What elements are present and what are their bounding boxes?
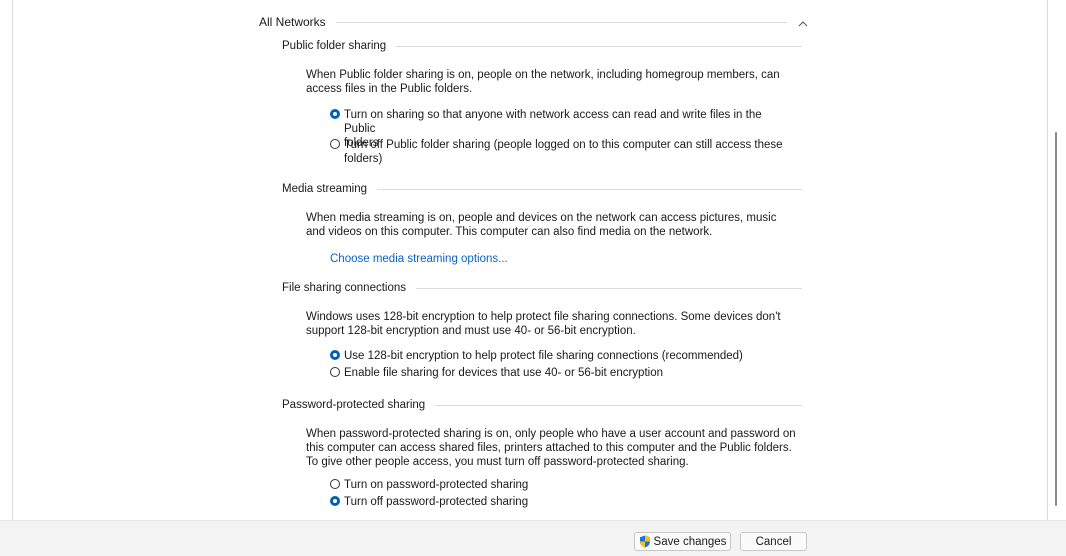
- file-sharing-connections-header: File sharing connections: [282, 280, 802, 296]
- radio-button[interactable]: [330, 367, 340, 377]
- section-title: File sharing connections: [282, 282, 407, 294]
- radio-button[interactable]: [330, 139, 340, 149]
- radio-turn-off-password-sharing[interactable]: Turn off password-protected sharing: [330, 495, 790, 509]
- radio-enable-40-56-bit[interactable]: Enable file sharing for devices that use…: [330, 366, 790, 380]
- radio-label: Enable file sharing for devices that use…: [344, 367, 663, 379]
- password-protected-description: When password-protected sharing is on, o…: [306, 428, 796, 468]
- radio-button-checked[interactable]: [330, 496, 340, 506]
- radio-button-checked[interactable]: [330, 109, 340, 119]
- radio-label-line2: folders): [344, 153, 383, 165]
- section-title: Password-protected sharing: [282, 399, 426, 411]
- choose-media-streaming-options-link[interactable]: Choose media streaming options...: [330, 253, 508, 265]
- radio-button[interactable]: [330, 479, 340, 489]
- radio-label: Turn off Public folder sharing (people l…: [344, 138, 783, 166]
- chevron-up-icon[interactable]: [797, 18, 809, 30]
- radio-label: Turn off password-protected sharing: [344, 496, 529, 508]
- radio-turn-off-public-sharing[interactable]: Turn off Public folder sharing (people l…: [330, 138, 790, 166]
- divider: [335, 21, 787, 23]
- radio-use-128-bit[interactable]: Use 128-bit encryption to help protect f…: [330, 349, 790, 363]
- save-changes-button[interactable]: Save changes: [634, 532, 731, 551]
- radio-turn-on-password-sharing[interactable]: Turn on password-protected sharing: [330, 478, 790, 492]
- all-networks-header[interactable]: All Networks: [259, 12, 809, 32]
- radio-button-checked[interactable]: [330, 350, 340, 360]
- divider: [416, 287, 802, 289]
- vertical-scrollbar[interactable]: [1048, 0, 1066, 520]
- all-networks-title: All Networks: [259, 15, 326, 29]
- divider: [435, 404, 802, 406]
- password-protected-sharing-header: Password-protected sharing: [282, 397, 802, 413]
- cancel-button[interactable]: Cancel: [740, 532, 807, 551]
- advanced-sharing-settings-window: All Networks Public folder sharing When …: [0, 0, 1066, 556]
- file-sharing-description: Windows uses 128-bit encryption to help …: [306, 311, 781, 337]
- public-folder-sharing-header: Public folder sharing: [282, 38, 802, 54]
- left-border: [12, 0, 13, 520]
- divider: [377, 188, 802, 190]
- radio-label: Turn on password-protected sharing: [344, 479, 529, 491]
- save-changes-label: Save changes: [653, 535, 727, 548]
- divider: [396, 45, 802, 47]
- section-title: Public folder sharing: [282, 40, 387, 52]
- cancel-label: Cancel: [755, 535, 792, 548]
- footer-bar: Save changes Cancel: [0, 520, 1066, 556]
- radio-label-line1: Turn on sharing so that anyone with netw…: [344, 109, 762, 135]
- uac-shield-icon: [639, 535, 650, 548]
- settings-scroll-area: All Networks Public folder sharing When …: [0, 0, 1048, 520]
- radio-label-line1: Turn off Public folder sharing (people l…: [344, 139, 783, 151]
- public-folder-description: When Public folder sharing is on, people…: [306, 69, 780, 95]
- section-title: Media streaming: [282, 183, 368, 195]
- radio-label: Use 128-bit encryption to help protect f…: [344, 350, 743, 362]
- scrollbar-thumb[interactable]: [1055, 132, 1057, 506]
- media-streaming-header: Media streaming: [282, 181, 802, 197]
- media-streaming-description: When media streaming is on, people and d…: [306, 212, 777, 238]
